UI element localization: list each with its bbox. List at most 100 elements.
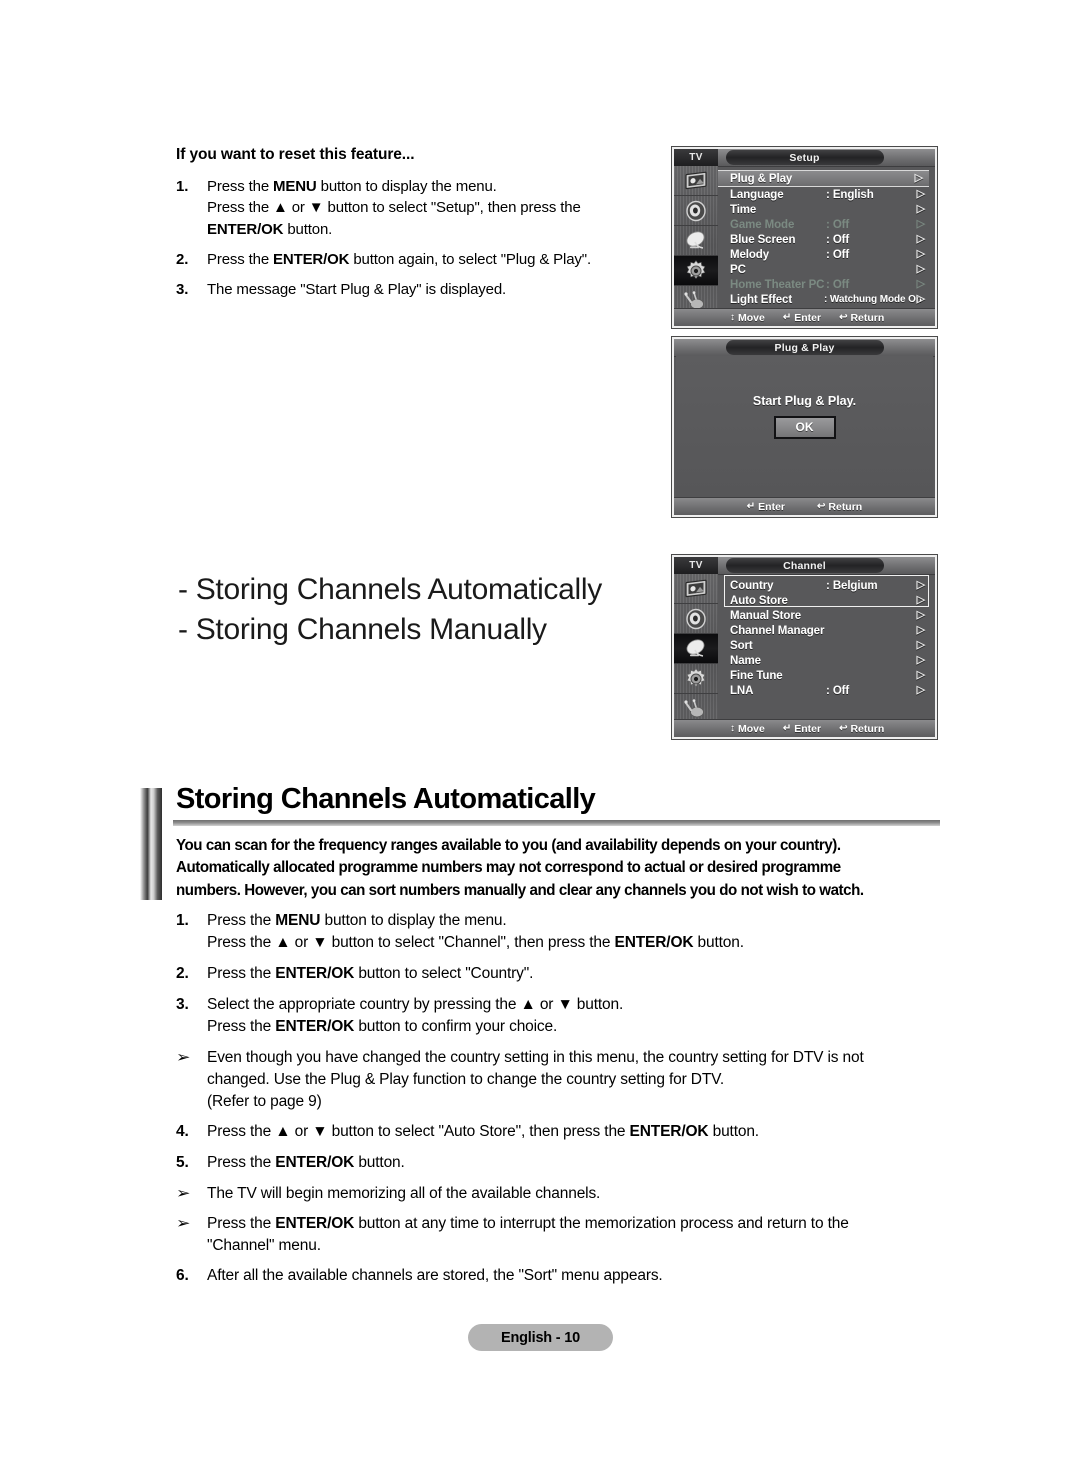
intro-title: If you want to reset this feature... bbox=[176, 146, 415, 163]
osd-channel-source-tag: TV bbox=[674, 557, 718, 574]
text-run: button again, to select "Plug & Play". bbox=[349, 250, 591, 268]
osd-row-fine-tune[interactable]: Fine Tune ▷ bbox=[718, 668, 931, 683]
osd-row-label: Blue Screen bbox=[730, 233, 796, 246]
osd-row-time[interactable]: Time ▷ bbox=[718, 202, 931, 217]
numbered-step: 1. Press the MENU button to display the m… bbox=[176, 910, 966, 954]
note-row: ➢ Even though you have changed the countr… bbox=[176, 1047, 966, 1113]
instruction-line: "Channel" menu. bbox=[207, 1235, 966, 1257]
help-label: Return bbox=[828, 500, 863, 513]
osd-row-label: Time bbox=[730, 203, 757, 216]
osd-channel-title: Channel bbox=[725, 558, 884, 573]
enter-icon: ↵ bbox=[782, 311, 792, 323]
instruction-body: Press the ENTER/OK button to select "Cou… bbox=[207, 963, 966, 985]
osd-row-light-effect[interactable]: Light Effect: Watchung Mode On ▷ bbox=[718, 292, 931, 307]
arrow-bullet-icon: ➢ bbox=[176, 1049, 191, 1066]
rail-gear-icon[interactable] bbox=[674, 664, 718, 694]
osd-row-label: Channel Manager bbox=[730, 624, 825, 637]
text-run: Press the bbox=[207, 1215, 276, 1232]
chevron-right-icon: ▷ bbox=[914, 172, 923, 184]
osd-row-game-mode[interactable]: Game Mode: Off ▷ bbox=[718, 217, 931, 232]
osd-channel-option-list: Country: Belgium ▷ Auto Store ▷ Manual Store… bbox=[718, 574, 935, 720]
text-run: The message "Start Plug & Play" is displ… bbox=[207, 281, 507, 299]
note-row: ➢ Press the ENTER/OK button at any time t… bbox=[176, 1213, 966, 1257]
rail-picture-icon[interactable] bbox=[674, 166, 718, 196]
osd-row-lna[interactable]: LNA: Off ▷ bbox=[718, 683, 931, 698]
move-icon: ↕ bbox=[730, 311, 735, 323]
chevron-right-icon: ▷ bbox=[916, 278, 925, 290]
osd-row-pc[interactable]: PC ▷ bbox=[718, 262, 931, 277]
return-icon: ↩ bbox=[817, 500, 826, 512]
numbered-step: 6. After all the available channels are s… bbox=[176, 1265, 966, 1287]
enter-icon: ↵ bbox=[746, 500, 756, 512]
chevron-right-icon: ▷ bbox=[916, 293, 925, 305]
text-run: The TV will begin memorizing all of the … bbox=[207, 1185, 601, 1202]
instruction-line: Press the ▲ or ▼ button to select "Auto … bbox=[207, 1121, 966, 1143]
osd-row-home-theater-pc[interactable]: Home Theater PC: Off ▷ bbox=[718, 277, 931, 292]
emphasized-term: ENTER/OK bbox=[273, 250, 350, 268]
osd-row-label: Light Effect bbox=[730, 293, 793, 306]
rail-sound-icon[interactable] bbox=[674, 604, 718, 634]
osd-row-value: : Off bbox=[826, 248, 850, 261]
osd-row-language[interactable]: Language: English ▷ bbox=[718, 187, 931, 202]
instruction-line: Press the ENTER/OK button at any time to… bbox=[207, 1213, 966, 1235]
osd-row-value: : Off bbox=[826, 218, 850, 231]
rail-gear-icon[interactable] bbox=[674, 256, 718, 286]
osd-row-label: LNA bbox=[730, 684, 754, 697]
text-run: Press the ▲ or ▼ button to select "Setup… bbox=[207, 199, 581, 217]
osd-row-manual-store[interactable]: Manual Store ▷ bbox=[718, 608, 931, 623]
instruction-line: Press the ▲ or ▼ button to select "Setup… bbox=[207, 197, 646, 218]
instruction-line: Select the appropriate country by pressi… bbox=[207, 994, 966, 1016]
emphasized-term: ENTER/OK bbox=[275, 965, 355, 982]
text-run: button to select "Country". bbox=[354, 965, 534, 982]
osd-row-value: : English bbox=[826, 188, 874, 201]
instruction-line: changed. Use the Plug & Play function to… bbox=[207, 1069, 966, 1091]
instruction-line: Press the ENTER/OK button. bbox=[207, 1152, 966, 1174]
osd-plugplay-ok-button[interactable]: OK bbox=[773, 415, 836, 439]
osd-row-plug-play[interactable]: Plug & Play ▷ bbox=[718, 170, 929, 187]
text-run: button. bbox=[354, 1154, 405, 1171]
osd-setup-menu: TV Setup Plug & Play ▷ Language: English ▷ T… bbox=[672, 147, 937, 328]
osd-row-sort[interactable]: Sort ▷ bbox=[718, 638, 931, 653]
osd-row-country[interactable]: Country: Belgium ▷ bbox=[718, 578, 931, 593]
text-run: Press the bbox=[207, 912, 276, 929]
osd-plug-and-play-dialog: Plug & Play Start Plug & Play. OK ↵ Enter… bbox=[672, 337, 937, 517]
instruction-body: Press the ENTER/OK button. bbox=[207, 1152, 966, 1174]
osd-channel-menu: TV Channel Country: Belgium ▷ Auto Store ▷ M… bbox=[672, 555, 937, 739]
osd-plugplay-body: Start Plug & Play. OK bbox=[676, 356, 933, 498]
chapter-heading-2: - Storing Channels Manually bbox=[178, 612, 547, 646]
osd-row-label: Home Theater PC bbox=[730, 278, 825, 291]
chevron-right-icon: ▷ bbox=[916, 203, 925, 215]
text-run: button to confirm your choice. bbox=[354, 1018, 558, 1035]
instruction-body: Press the MENU button to display the men… bbox=[207, 910, 966, 954]
osd-channel-icon-rail bbox=[674, 574, 718, 737]
emphasized-term: ENTER/OK bbox=[275, 1154, 355, 1171]
osd-row-channel-manager[interactable]: Channel Manager ▷ bbox=[718, 623, 931, 638]
osd-row-label: Auto Store bbox=[730, 594, 788, 607]
emphasized-term: ENTER/OK bbox=[629, 1123, 709, 1140]
osd-plugplay-help-bar: ↵ Enter ↩ Return bbox=[674, 497, 935, 515]
emphasized-term: ENTER/OK bbox=[275, 1215, 355, 1232]
section-title: Storing Channels Automatically bbox=[176, 783, 596, 815]
osd-row-blue-screen[interactable]: Blue Screen: Off ▷ bbox=[718, 232, 931, 247]
step-number: 1. bbox=[176, 178, 189, 195]
rail-picture-icon[interactable] bbox=[674, 574, 718, 604]
osd-row-value: : Off bbox=[826, 684, 850, 697]
chevron-right-icon: ▷ bbox=[916, 609, 925, 621]
osd-plugplay-titlebar: Plug & Play bbox=[674, 339, 935, 357]
osd-row-auto-store[interactable]: Auto Store ▷ bbox=[718, 593, 931, 608]
rail-dish-icon[interactable] bbox=[674, 634, 718, 664]
chevron-right-icon: ▷ bbox=[916, 654, 925, 666]
help-return: ↩ Return bbox=[839, 723, 884, 735]
osd-setup-source-tag: TV bbox=[674, 149, 718, 166]
instruction-body: Press the MENU button to display the men… bbox=[207, 176, 646, 240]
numbered-step: 1. Press the MENU button to display the m… bbox=[176, 176, 646, 240]
numbered-step: 2. Press the ENTER/OK button to select "C… bbox=[176, 963, 966, 985]
osd-row-name[interactable]: Name ▷ bbox=[718, 653, 931, 668]
rail-dish-icon[interactable] bbox=[674, 226, 718, 256]
section-lead-paragraph: You can scan for the frequency ranges av… bbox=[176, 835, 921, 902]
instruction-body: Even though you have changed the country… bbox=[207, 1047, 966, 1113]
osd-row-melody[interactable]: Melody: Off ▷ bbox=[718, 247, 931, 262]
section-storing-channels-automatically: Storing Channels Automatically You can s… bbox=[140, 783, 940, 902]
rail-sound-icon[interactable] bbox=[674, 196, 718, 226]
step-number: 2. bbox=[176, 965, 189, 982]
